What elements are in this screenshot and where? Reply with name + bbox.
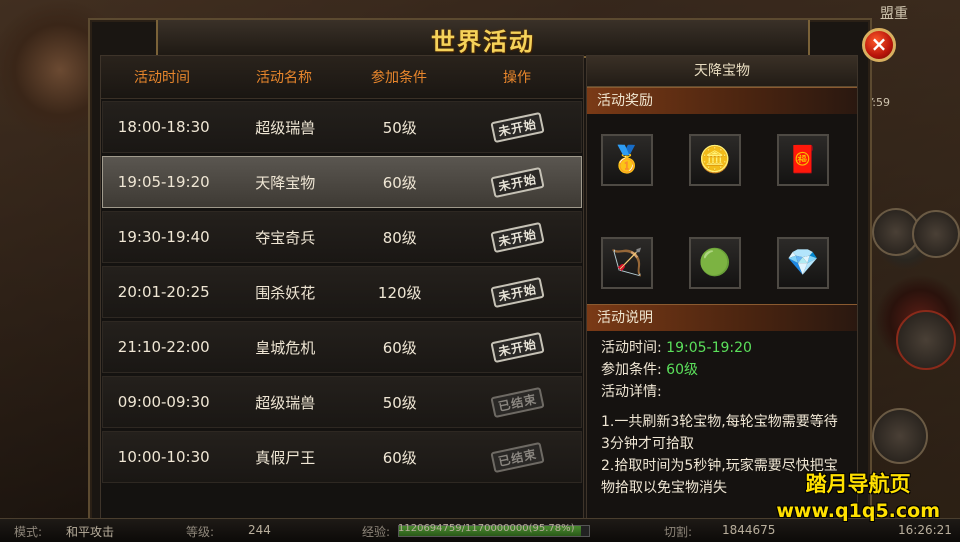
- title-bar: 世界活动: [156, 20, 810, 58]
- status-stamp[interactable]: 未开始: [490, 166, 545, 198]
- level-label: 等级:: [186, 525, 215, 539]
- status-stamp[interactable]: 已结束: [490, 441, 545, 473]
- reward-slot[interactable]: 🧧: [777, 134, 829, 186]
- activity-name: 夺宝奇兵: [255, 228, 316, 247]
- side-skill-button-3[interactable]: [872, 408, 928, 464]
- info-section-header: 活动说明: [587, 304, 857, 331]
- watermark-line-1: 踏月导航页: [805, 472, 911, 496]
- mode-label: 模式:: [14, 525, 43, 539]
- activity-name: 真假尸王: [255, 448, 316, 467]
- close-icon: ×: [870, 32, 888, 56]
- exp-value: 1120694759/1170000000(95.78%): [398, 523, 575, 534]
- detail-line-1: 1.一共刷新3轮宝物,每轮宝物需要等待3分钟才可拾取: [601, 414, 838, 452]
- gold-ingot-icon: 🥇: [610, 145, 644, 175]
- header-action: 操作: [503, 70, 531, 86]
- activity-time: 10:00-10:30: [117, 448, 210, 466]
- activity-detail-panel: 天降宝物 活动奖励 🥇 🪙 🧧 🏹 🟢 💎 活动说明 活动时间: 19:05-19:20 …: [586, 55, 858, 522]
- red-envelope-icon: 🧧: [786, 145, 820, 175]
- rewards-grid: 🥇 🪙 🧧 🏹 🟢 💎: [587, 114, 857, 304]
- activity-name: 超级瑞兽: [255, 118, 316, 137]
- activity-time: 09:00-09:30: [117, 393, 210, 411]
- time-value: 19:05-19:20: [666, 340, 752, 356]
- activity-time: 21:10-22:00: [117, 338, 210, 356]
- activity-time: 20:01-20:25: [117, 283, 210, 301]
- activity-condition: 60级: [382, 448, 417, 467]
- activity-time: 18:00-18:30: [117, 118, 210, 136]
- activity-row[interactable]: 19:30-19:40 夺宝奇兵 80级 未开始: [102, 211, 582, 263]
- table-header: 活动时间 活动名称 参加条件 操作: [101, 56, 583, 99]
- reward-slot[interactable]: 🥇: [601, 134, 653, 186]
- header-condition: 参加条件: [371, 70, 427, 86]
- gold-coin-icon: 🪙: [698, 145, 732, 175]
- side-attack-button[interactable]: [896, 310, 956, 370]
- map-name-label: 盟重: [880, 6, 908, 22]
- white-gem-icon: 💎: [786, 248, 820, 278]
- activity-action-cell: 未开始: [454, 331, 581, 363]
- window-title: 世界活动: [431, 27, 535, 56]
- activity-row[interactable]: 10:00-10:30 真假尸王 60级 已结束: [102, 431, 582, 483]
- header-time: 活动时间: [134, 70, 190, 86]
- activity-table: 活动时间 活动名称 参加条件 操作 18:00-18:30 超级瑞兽 50级 未开始 1…: [100, 55, 584, 522]
- level-value: 244: [248, 523, 271, 537]
- side-skill-button-2[interactable]: [912, 210, 960, 258]
- detail-title: 天降宝物: [587, 56, 857, 87]
- activity-name: 皇城危机: [255, 338, 316, 357]
- close-button[interactable]: ×: [862, 28, 896, 62]
- activity-row[interactable]: 18:00-18:30 超级瑞兽 50级 未开始: [102, 101, 582, 153]
- cut-value: 1844675: [722, 523, 776, 537]
- table-body: 18:00-18:30 超级瑞兽 50级 未开始 19:05-19:20 天降宝物 60级未…: [101, 101, 583, 483]
- activity-time: 19:30-19:40: [117, 228, 210, 246]
- activity-condition: 60级: [382, 338, 417, 357]
- activity-row[interactable]: 19:05-19:20 天降宝物 60级 未开始: [102, 156, 582, 208]
- status-stamp[interactable]: 未开始: [490, 111, 545, 143]
- golden-bow-icon: 🏹: [610, 248, 644, 278]
- activity-time: 19:05-19:20: [117, 173, 210, 191]
- detail-label: 活动详情:: [601, 384, 662, 400]
- mode-value[interactable]: 和平攻击: [66, 523, 114, 540]
- header-name: 活动名称: [256, 70, 312, 86]
- activity-name: 天降宝物: [255, 173, 316, 192]
- activity-condition: 120级: [377, 283, 422, 302]
- status-stamp[interactable]: 未开始: [490, 331, 545, 363]
- activity-condition: 50级: [382, 393, 417, 412]
- activity-condition: 50级: [382, 118, 417, 137]
- status-stamp[interactable]: 未开始: [490, 221, 545, 253]
- activity-row[interactable]: 20:01-20:25 围杀妖花 120级 未开始: [102, 266, 582, 318]
- exp-label: 经验:: [362, 525, 391, 539]
- condition-label: 参加条件:: [601, 362, 662, 378]
- reward-slot[interactable]: 🟢: [689, 237, 741, 289]
- activity-row[interactable]: 21:10-22:00 皇城危机 60级 未开始: [102, 321, 582, 373]
- rewards-section-header: 活动奖励: [587, 87, 857, 114]
- cut-label: 切割:: [664, 525, 693, 539]
- watermark-line-2: www.q1q5.com: [776, 500, 940, 522]
- status-stamp[interactable]: 未开始: [490, 276, 545, 308]
- activity-name: 超级瑞兽: [255, 393, 316, 412]
- world-activity-window: 世界活动 × 活动时间 活动名称 参加条件 操作 18:00-18:30 超级瑞兽…: [88, 18, 896, 522]
- reward-slot[interactable]: 🏹: [601, 237, 653, 289]
- green-orb-icon: 🟢: [698, 248, 732, 278]
- reward-slot[interactable]: 🪙: [689, 134, 741, 186]
- activity-action-cell: 未开始: [454, 166, 581, 198]
- site-watermark: 踏月导航页 www.q1q5.com: [776, 468, 940, 522]
- status-stamp[interactable]: 已结束: [490, 386, 545, 418]
- activity-action-cell: 未开始: [454, 276, 581, 308]
- activity-action-cell: 已结束: [454, 441, 581, 473]
- activity-condition: 80级: [382, 228, 417, 247]
- activity-action-cell: 已结束: [454, 386, 581, 418]
- activity-action-cell: 未开始: [454, 111, 581, 143]
- activity-name: 围杀妖花: [255, 283, 316, 302]
- condition-value: 60级: [666, 362, 698, 378]
- time-label: 活动时间:: [601, 340, 662, 356]
- activity-action-cell: 未开始: [454, 221, 581, 253]
- activity-row[interactable]: 09:00-09:30 超级瑞兽 50级 已结束: [102, 376, 582, 428]
- reward-slot[interactable]: 💎: [777, 237, 829, 289]
- activity-condition: 60级: [382, 173, 417, 192]
- clock: 16:26:21: [898, 523, 952, 537]
